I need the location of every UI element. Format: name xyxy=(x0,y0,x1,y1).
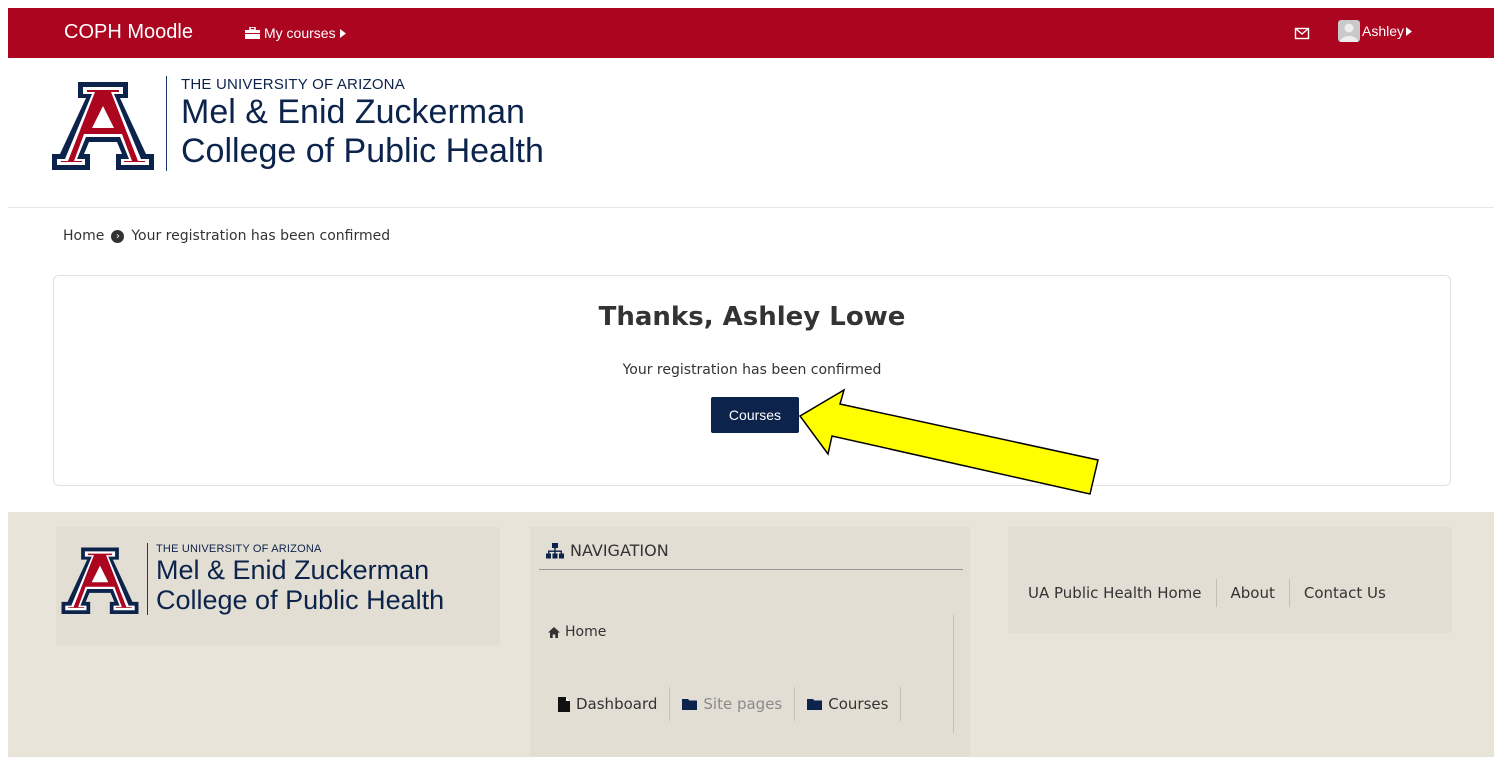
courses-button[interactable]: Courses xyxy=(711,397,799,433)
nav-site-pages-label: Site pages xyxy=(703,695,783,713)
breadcrumb-home-link[interactable]: Home xyxy=(63,228,104,244)
file-icon xyxy=(558,696,570,712)
user-silhouette-icon xyxy=(1340,23,1358,42)
site-brand-link[interactable]: COPH Moodle xyxy=(64,21,193,44)
page-title: Thanks, Ashley Lowe xyxy=(598,302,906,332)
navigation-tree-line xyxy=(953,615,954,733)
navigation-items: Dashboard Site pages Courses xyxy=(558,687,902,721)
sitemap-icon xyxy=(546,542,564,558)
footer-link-contact-us[interactable]: Contact Us xyxy=(1288,579,1400,607)
footer-college-line1: Mel & Enid Zuckerman xyxy=(156,555,430,585)
top-navbar: COPH Moodle My courses Ashley xyxy=(8,8,1494,58)
nav-home-label: Home xyxy=(565,624,607,640)
caret-right-icon xyxy=(1406,26,1413,36)
footer-links: UA Public Health Home About Contact Us xyxy=(1028,579,1400,607)
nav-item-site-pages[interactable]: Site pages xyxy=(670,687,796,721)
college-name-line2: College of Public Health xyxy=(181,132,544,170)
avatar xyxy=(1338,20,1360,42)
home-icon xyxy=(548,626,560,638)
envelope-icon[interactable] xyxy=(1294,25,1310,41)
folder-icon xyxy=(682,699,698,710)
footer-link-about[interactable]: About xyxy=(1215,579,1289,607)
confirmation-message: Your registration has been confirmed xyxy=(622,362,882,378)
nav-courses-label: Courses xyxy=(828,695,889,713)
footer: THE UNIVERSITY OF ARIZONA Mel & Enid Zuc… xyxy=(8,512,1494,757)
breadcrumb-current: Your registration has been confirmed xyxy=(131,228,391,244)
user-menu[interactable]: Ashley xyxy=(1338,20,1413,42)
university-name: THE UNIVERSITY OF ARIZONA xyxy=(181,76,405,93)
footer-college-line2: College of Public Health xyxy=(156,585,445,615)
nav-item-courses[interactable]: Courses xyxy=(795,687,902,721)
college-name-line1: Mel & Enid Zuckerman xyxy=(181,93,525,131)
header-logo-text: THE UNIVERSITY OF ARIZONA Mel & Enid Zuc… xyxy=(166,76,544,171)
folder-icon xyxy=(807,699,823,710)
briefcase-icon xyxy=(245,27,260,39)
confirmation-card: Thanks, Ashley Lowe Your registration ha… xyxy=(53,275,1451,486)
nav-item-dashboard[interactable]: Dashboard xyxy=(558,687,671,721)
footer-logo[interactable]: THE UNIVERSITY OF ARIZONA Mel & Enid Zuc… xyxy=(56,527,500,645)
chevron-circle-right-icon: › xyxy=(111,229,125,243)
my-courses-label: My courses xyxy=(264,25,336,41)
footer-logo-text: THE UNIVERSITY OF ARIZONA Mel & Enid Zuc… xyxy=(147,543,444,615)
header-divider xyxy=(8,207,1494,208)
user-name: Ashley xyxy=(1362,23,1405,39)
my-courses-menu[interactable]: My courses xyxy=(245,25,346,41)
block-a-logo-icon xyxy=(61,547,139,614)
footer-university-name: THE UNIVERSITY OF ARIZONA xyxy=(156,543,322,555)
highlight-arrow-icon xyxy=(798,388,1099,495)
breadcrumb: Home › Your registration has been confir… xyxy=(63,228,390,244)
navigation-title: NAVIGATION xyxy=(546,541,669,560)
navigation-title-text: NAVIGATION xyxy=(570,541,669,560)
block-a-logo-icon xyxy=(52,82,154,170)
footer-link-ua-public-health-home[interactable]: UA Public Health Home xyxy=(1028,579,1216,607)
header-logo[interactable]: THE UNIVERSITY OF ARIZONA Mel & Enid Zuc… xyxy=(50,76,544,174)
navigation-divider xyxy=(539,569,963,570)
nav-item-home[interactable]: Home xyxy=(548,624,606,640)
caret-right-icon xyxy=(339,28,346,38)
nav-dashboard-label: Dashboard xyxy=(576,695,658,713)
navigation-block: NAVIGATION Home Dashboard Site pages Cou… xyxy=(530,527,970,757)
footer-links-block: UA Public Health Home About Contact Us xyxy=(1008,527,1452,633)
